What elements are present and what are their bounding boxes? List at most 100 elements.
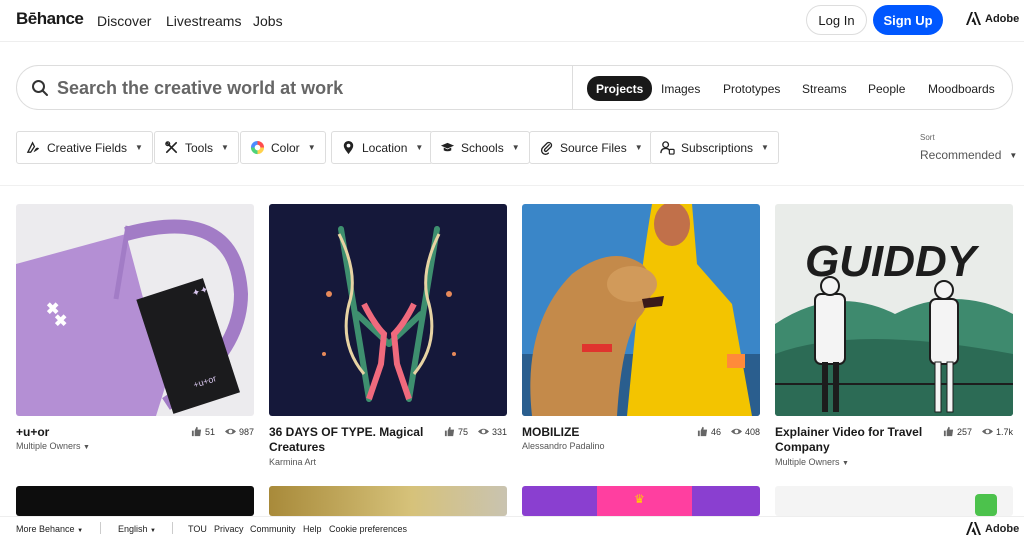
project-owner[interactable]: Multiple Owners ▼ bbox=[775, 457, 849, 467]
search-tab-streams[interactable]: Streams bbox=[802, 78, 847, 100]
search-tab-images[interactable]: Images bbox=[661, 78, 700, 100]
project-thumbnail[interactable] bbox=[775, 486, 1013, 516]
chevron-down-icon: ▼ bbox=[77, 528, 84, 534]
project-thumbnail[interactable] bbox=[16, 486, 254, 516]
filter-label: Tools bbox=[185, 140, 214, 155]
filter-label: Location bbox=[362, 140, 408, 155]
footer-link-cookie-preferences[interactable]: Cookie preferences bbox=[329, 524, 407, 534]
views-count: 987 bbox=[238, 426, 254, 437]
project-card[interactable]: +u+or ✦✦ ✖ ✖ +u+or Multiple Owners ▼ 51 … bbox=[16, 204, 254, 451]
filter-schools[interactable]: Schools ▼ bbox=[430, 131, 530, 164]
likes-stat: 257 bbox=[943, 426, 972, 437]
divider bbox=[0, 185, 1024, 186]
paperclip-icon bbox=[540, 141, 553, 155]
chevron-down-icon: ▼ bbox=[135, 143, 143, 152]
project-thumbnail[interactable]: +u+or ✦✦ ✖ ✖ bbox=[16, 204, 254, 416]
login-button[interactable]: Log In bbox=[806, 5, 867, 35]
project-title[interactable]: Explainer Video for Travel Company bbox=[775, 425, 945, 455]
nav-discover[interactable]: Discover bbox=[97, 13, 151, 29]
crown-icon: ♛ bbox=[634, 492, 645, 506]
filter-subscriptions[interactable]: Subscriptions ▼ bbox=[650, 131, 779, 164]
adobe-mark-icon bbox=[966, 522, 981, 535]
project-thumbnail[interactable] bbox=[269, 204, 507, 416]
project-thumbnail[interactable] bbox=[522, 204, 760, 416]
footer-language[interactable]: English ▼ bbox=[118, 524, 156, 534]
footer-language-label: English bbox=[118, 524, 148, 534]
nav-jobs[interactable]: Jobs bbox=[253, 13, 283, 29]
project-title[interactable]: MOBILIZE bbox=[522, 425, 692, 440]
chevron-down-icon: ▼ bbox=[842, 460, 849, 467]
search-tab-moodboards[interactable]: Moodboards bbox=[928, 78, 995, 100]
filter-tools[interactable]: Tools ▼ bbox=[154, 131, 239, 164]
project-owner[interactable]: Multiple Owners ▼ bbox=[16, 441, 90, 451]
sort-dropdown[interactable]: Recommended ▼ bbox=[920, 148, 1017, 162]
project-owner[interactable]: Alessandro Padalino bbox=[522, 441, 605, 451]
filter-label: Subscriptions bbox=[681, 140, 754, 155]
subscriptions-icon bbox=[660, 141, 675, 155]
footer-divider bbox=[172, 522, 173, 534]
owner-name: Multiple Owners bbox=[775, 457, 840, 467]
views-count: 408 bbox=[744, 426, 760, 437]
likes-count: 46 bbox=[710, 426, 721, 437]
project-card[interactable]: MOBILIZE Alessandro Padalino 46 408 bbox=[522, 204, 760, 451]
project-thumbnail[interactable]: GUIDDY bbox=[775, 204, 1013, 416]
likes-count: 75 bbox=[457, 426, 468, 437]
project-title[interactable]: 36 DAYS OF TYPE. Magical Creatures bbox=[269, 425, 439, 455]
filter-source-files[interactable]: Source Files ▼ bbox=[529, 131, 653, 164]
search-divider bbox=[572, 66, 573, 109]
likes-stat: 51 bbox=[191, 426, 215, 437]
chevron-down-icon: ▼ bbox=[1009, 150, 1018, 160]
likes-count: 257 bbox=[956, 426, 972, 437]
eye-icon bbox=[730, 428, 742, 435]
project-thumbnail-image: +u+or ✦✦ ✖ ✖ bbox=[16, 204, 254, 416]
footer: More Behance ▼ English ▼ TOU Privacy Com… bbox=[0, 516, 1024, 538]
footer-link-tou[interactable]: TOU bbox=[188, 524, 207, 534]
behance-logo[interactable]: Bēhance bbox=[16, 9, 84, 29]
filter-creative-fields[interactable]: Creative Fields ▼ bbox=[16, 131, 153, 164]
chevron-down-icon: ▼ bbox=[415, 143, 424, 152]
chevron-down-icon: ▼ bbox=[511, 143, 520, 152]
search-tab-prototypes[interactable]: Prototypes bbox=[723, 78, 780, 100]
search-tab-people[interactable]: People bbox=[868, 78, 905, 100]
filter-color[interactable]: Color ▼ bbox=[240, 131, 326, 164]
svg-text:✖: ✖ bbox=[54, 313, 67, 330]
search-tab-projects[interactable]: Projects bbox=[587, 76, 653, 101]
footer-link-privacy[interactable]: Privacy bbox=[214, 524, 244, 534]
search-bar: Projects Images Prototypes Streams Peopl… bbox=[16, 65, 1013, 110]
color-wheel-icon bbox=[250, 140, 265, 155]
footer-more-label: More Behance bbox=[16, 524, 75, 534]
graduation-cap-icon bbox=[440, 142, 455, 152]
project-stats: 46 408 bbox=[697, 426, 760, 437]
sort-label: Sort bbox=[920, 133, 935, 142]
project-thumbnail[interactable]: ♛ bbox=[522, 486, 760, 516]
project-thumbnail-image bbox=[269, 204, 507, 416]
project-card[interactable]: GUIDDY Explainer Video for Travel Compan… bbox=[775, 204, 1013, 467]
filter-label: Schools bbox=[461, 140, 504, 155]
nav-livestreams[interactable]: Livestreams bbox=[166, 13, 241, 29]
signup-button[interactable]: Sign Up bbox=[873, 5, 943, 35]
project-title[interactable]: +u+or bbox=[16, 425, 186, 440]
footer-adobe-logo[interactable]: Adobe bbox=[966, 522, 1019, 535]
thumbs-up-icon bbox=[943, 426, 954, 437]
filter-location[interactable]: Location ▼ bbox=[331, 131, 434, 164]
thumbs-up-icon bbox=[191, 426, 202, 437]
thumbs-up-icon bbox=[444, 426, 455, 437]
eye-icon bbox=[981, 428, 993, 435]
project-thumbnail[interactable] bbox=[269, 486, 507, 516]
adobe-logo[interactable]: Adobe bbox=[966, 12, 1019, 25]
project-thumbnail-image bbox=[522, 204, 760, 416]
adobe-label: Adobe bbox=[985, 12, 1020, 25]
likes-stat: 75 bbox=[444, 426, 468, 437]
views-stat: 331 bbox=[477, 426, 507, 437]
footer-more-behance[interactable]: More Behance ▼ bbox=[16, 524, 83, 534]
search-input[interactable] bbox=[57, 76, 577, 100]
footer-divider bbox=[100, 522, 101, 534]
filter-label: Color bbox=[271, 140, 300, 155]
project-card[interactable]: 36 DAYS OF TYPE. Magical Creatures Karmi… bbox=[269, 204, 507, 467]
views-stat: 987 bbox=[224, 426, 254, 437]
footer-link-community[interactable]: Community bbox=[250, 524, 296, 534]
project-owner[interactable]: Karmina Art bbox=[269, 457, 316, 467]
footer-link-help[interactable]: Help bbox=[303, 524, 322, 534]
adobe-label: Adobe bbox=[985, 522, 1020, 535]
filter-label: Source Files bbox=[560, 140, 627, 155]
